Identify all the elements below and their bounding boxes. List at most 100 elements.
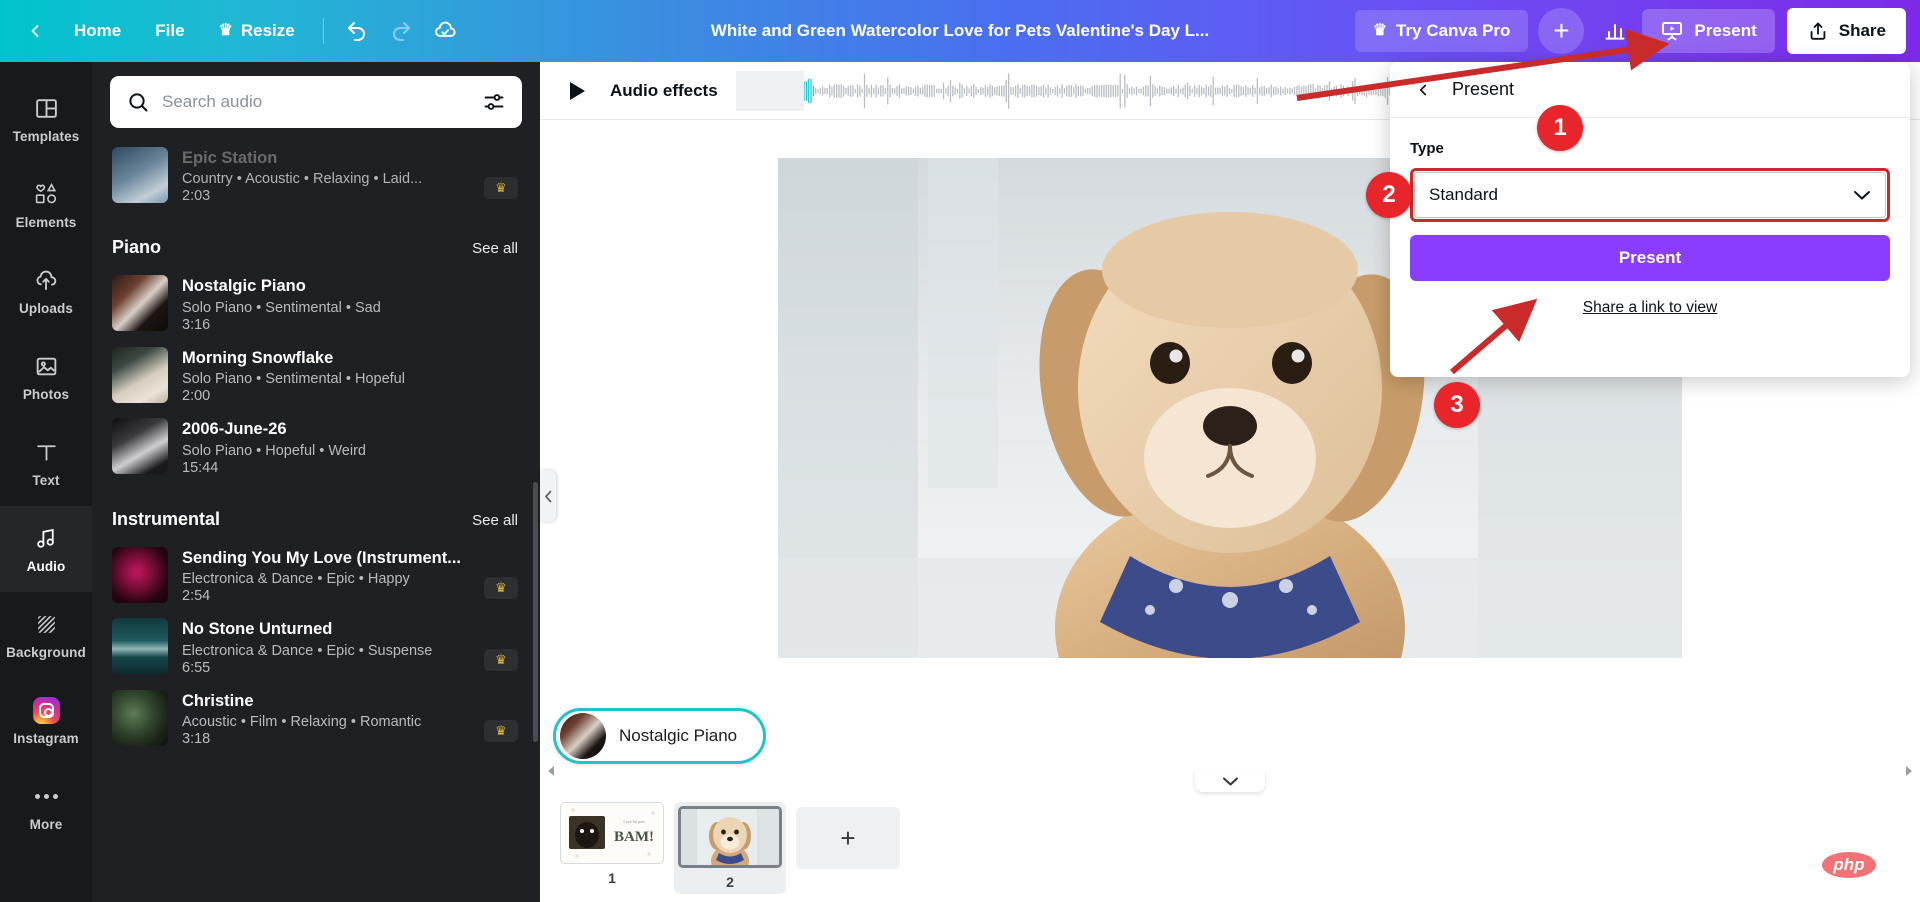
cloud-save-status[interactable] <box>424 10 466 52</box>
search-input[interactable] <box>162 92 470 112</box>
list-item[interactable]: Epic Station Country • Acoustic • Relaxi… <box>92 140 540 211</box>
page-thumbnail-1[interactable]: BAM! Love for pets 1 <box>560 802 664 886</box>
present-button[interactable]: Present <box>1642 9 1774 53</box>
insights-button[interactable] <box>1594 10 1636 52</box>
track-meta: Nostalgic Piano Solo Piano • Sentimental… <box>182 275 522 332</box>
sidebar-item-instagram[interactable]: Instagram <box>0 678 92 764</box>
sidebar-item-uploads[interactable]: Uploads <box>0 248 92 334</box>
list-item[interactable]: 2006-June-26 Solo Piano • Hopeful • Weir… <box>92 411 540 482</box>
plus-label: + <box>1553 15 1569 47</box>
annotation-number: 3 <box>1450 391 1463 419</box>
list-item[interactable]: Morning Snowflake Solo Piano • Sentiment… <box>92 340 540 411</box>
audio-effects-label[interactable]: Audio effects <box>610 81 718 101</box>
list-item[interactable]: Nostalgic Piano Solo Piano • Sentimental… <box>92 268 540 339</box>
collapse-canvas-button[interactable] <box>1195 770 1265 792</box>
share-button[interactable]: Share <box>1787 8 1906 54</box>
redo-button[interactable] <box>380 10 422 52</box>
share-label: Share <box>1839 21 1886 41</box>
file-label: File <box>155 21 184 41</box>
page-thumbnail-2[interactable]: 2 <box>674 802 786 894</box>
track-thumbnail <box>112 618 168 674</box>
sidebar-label: Templates <box>13 129 80 144</box>
sidebar-item-audio[interactable]: Audio <box>0 506 92 592</box>
add-page-label: + <box>840 823 855 854</box>
add-page-button[interactable]: + <box>796 807 900 869</box>
list-item[interactable]: No Stone Unturned Electronica & Dance • … <box>92 611 540 682</box>
share-link-to-view[interactable]: Share a link to view <box>1410 299 1890 317</box>
present-type-select[interactable]: Standard <box>1414 172 1886 218</box>
present-popover-body: Type Standard Present Share a link to vi… <box>1390 118 1910 317</box>
track-meta: Sending You My Love (Instrument... Elect… <box>182 547 522 604</box>
list-item[interactable]: Christine Acoustic • Film • Relaxing • R… <box>92 683 540 754</box>
scroll-right-arrow[interactable] <box>1904 765 1914 777</box>
audio-panel: Epic Station Country • Acoustic • Relaxi… <box>92 62 540 902</box>
panel-scrollbar[interactable] <box>533 482 538 742</box>
document-title[interactable]: White and Green Watercolor Love for Pets… <box>711 21 1209 41</box>
present-confirm-button[interactable]: Present <box>1410 235 1890 281</box>
present-back-button[interactable] <box>1412 79 1434 101</box>
resize-button[interactable]: ♛ Resize <box>203 10 311 52</box>
track-tags: Electronica & Dance • Epic • Happy <box>182 571 522 587</box>
track-meta: Christine Acoustic • Film • Relaxing • R… <box>182 690 522 747</box>
audio-panel-scroll: Epic Station Country • Acoustic • Relaxi… <box>92 62 540 902</box>
resize-label: Resize <box>241 21 295 41</box>
annotation-marker-3: 3 <box>1434 382 1480 428</box>
scroll-left-arrow[interactable] <box>546 765 556 777</box>
track-duration: 6:55 <box>182 660 522 676</box>
sidebar-item-more[interactable]: More <box>0 764 92 850</box>
filter-sliders-icon[interactable] <box>482 90 506 114</box>
track-name: Christine <box>182 691 522 712</box>
top-toolbar-left: Home File ♛ Resize <box>0 0 466 62</box>
list-item[interactable]: Sending You My Love (Instrument... Elect… <box>92 540 540 611</box>
home-button[interactable]: Home <box>58 10 137 52</box>
track-meta: 2006-June-26 Solo Piano • Hopeful • Weir… <box>182 418 522 475</box>
sidebar-label: More <box>30 817 63 832</box>
top-toolbar-right: ♛ Try Canva Pro + Present Share <box>1355 0 1920 62</box>
sidebar-label: Audio <box>27 559 66 574</box>
try-canva-pro-button[interactable]: ♛ Try Canva Pro <box>1355 10 1529 52</box>
sidebar-item-elements[interactable]: Elements <box>0 162 92 248</box>
photos-image-icon <box>32 352 60 380</box>
track-duration: 3:18 <box>182 731 522 747</box>
sidebar-item-text[interactable]: Text <box>0 420 92 506</box>
page-1-text: BAM! <box>614 829 654 845</box>
chevron-down-icon <box>1222 776 1239 787</box>
canva-editor-window: Home File ♛ Resize White and Green Water… <box>0 0 1920 902</box>
share-upload-icon <box>1807 20 1829 42</box>
top-toolbar: Home File ♛ Resize White and Green Water… <box>0 0 1920 62</box>
sidebar-item-background[interactable]: Background <box>0 592 92 678</box>
add-collaborator-button[interactable]: + <box>1538 8 1584 54</box>
track-tags: Electronica & Dance • Epic • Suspense <box>182 643 522 659</box>
undo-button[interactable] <box>336 10 378 52</box>
sidebar-item-templates[interactable]: Templates <box>0 76 92 162</box>
sidebar-label: Text <box>32 473 59 488</box>
see-all-link[interactable]: See all <box>472 240 518 257</box>
track-name: 2006-June-26 <box>182 419 522 440</box>
track-name: Sending You My Love (Instrument... <box>182 548 522 569</box>
search-bar[interactable] <box>110 76 522 128</box>
pro-badge: ♛ <box>484 649 518 671</box>
sidebar-item-photos[interactable]: Photos <box>0 334 92 420</box>
track-tags: Solo Piano • Sentimental • Hopeful <box>182 371 522 387</box>
sidebar-label: Uploads <box>19 301 73 316</box>
track-thumbnail <box>112 147 168 203</box>
crown-icon: ♛ <box>219 23 233 39</box>
pro-badge: ♛ <box>484 720 518 742</box>
see-all-link[interactable]: See all <box>472 512 518 529</box>
back-button[interactable] <box>14 10 56 52</box>
redo-icon <box>389 19 413 43</box>
track-meta: Epic Station Country • Acoustic • Relaxi… <box>182 147 522 204</box>
file-menu-button[interactable]: File <box>139 10 200 52</box>
waveform-selection <box>736 71 804 111</box>
collapse-panel-handle[interactable] <box>540 470 556 522</box>
sidebar-label: Background <box>6 645 86 660</box>
search-icon <box>126 90 150 114</box>
page-thumbnail-strip: BAM! Love for pets 1 <box>540 792 1920 902</box>
play-button[interactable] <box>562 76 592 106</box>
track-tags: Acoustic • Film • Relaxing • Romantic <box>182 714 522 730</box>
page-1-preview: BAM! Love for pets <box>561 803 663 863</box>
audio-track-chip[interactable]: Nostalgic Piano <box>553 708 766 764</box>
page-2-preview <box>681 809 779 865</box>
track-meta: No Stone Unturned Electronica & Dance • … <box>182 618 522 675</box>
track-name: Morning Snowflake <box>182 348 522 369</box>
